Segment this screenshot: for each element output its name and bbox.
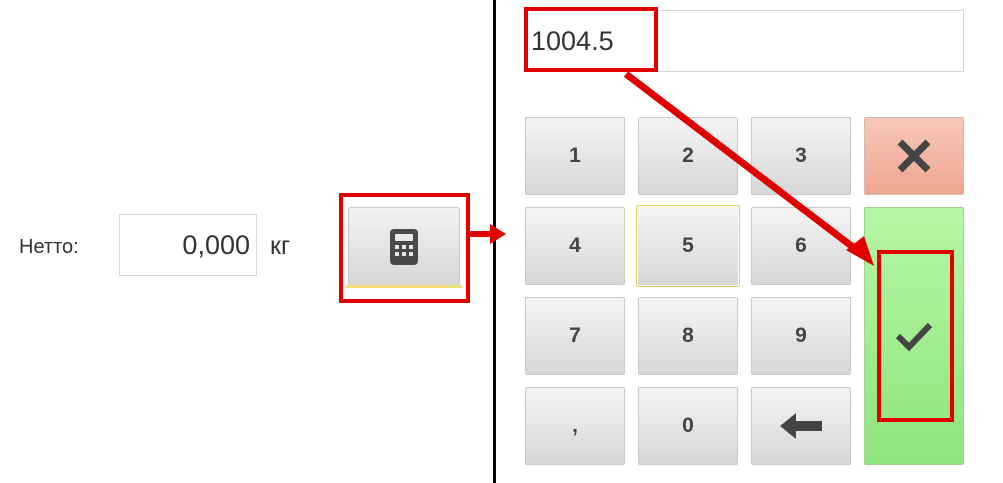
key-9[interactable]: 9 bbox=[751, 297, 851, 375]
key-7[interactable]: 7 bbox=[525, 297, 625, 375]
highlight-display-value bbox=[524, 7, 658, 72]
key-4[interactable]: 4 bbox=[525, 207, 625, 285]
cancel-button[interactable] bbox=[864, 117, 964, 195]
key-0[interactable]: 0 bbox=[638, 387, 738, 465]
key-6[interactable]: 6 bbox=[751, 207, 851, 285]
highlight-calculator-button bbox=[339, 193, 470, 303]
netto-weight-field[interactable]: 0,000 bbox=[119, 214, 257, 276]
netto-label: Нетто: bbox=[19, 236, 79, 258]
key-5[interactable]: 5 bbox=[636, 205, 740, 287]
highlight-confirm-button bbox=[877, 250, 954, 422]
arrow-left-icon bbox=[780, 413, 822, 439]
key-2[interactable]: 2 bbox=[638, 117, 738, 195]
key-8[interactable]: 8 bbox=[638, 297, 738, 375]
panel-divider bbox=[493, 0, 496, 483]
netto-unit-label: кг bbox=[270, 232, 291, 260]
backspace-button[interactable] bbox=[751, 387, 851, 465]
arrow-to-keypad bbox=[470, 224, 506, 244]
key-3[interactable]: 3 bbox=[751, 117, 851, 195]
key-comma[interactable]: , bbox=[525, 387, 625, 465]
close-icon bbox=[897, 139, 931, 173]
key-1[interactable]: 1 bbox=[525, 117, 625, 195]
netto-weight-value: 0,000 bbox=[182, 229, 250, 260]
